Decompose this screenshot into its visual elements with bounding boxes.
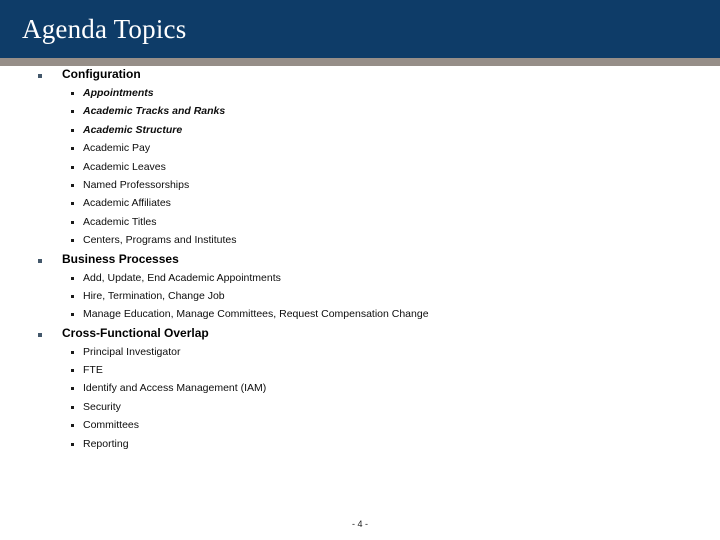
square-bullet-icon (38, 74, 42, 78)
list-item: FTE (0, 362, 720, 380)
subtopic-label: Manage Education, Manage Committees, Req… (83, 308, 429, 321)
subtopic-label: Academic Affiliates (83, 197, 171, 210)
topic-label: Cross-Functional Overlap (62, 325, 209, 340)
square-bullet-icon (71, 110, 74, 114)
subtopic-list: Appointments Academic Tracks and Ranks Aca… (0, 85, 720, 251)
topic-group: Configuration Appointments Academic Tracks… (0, 66, 720, 251)
list-item: Academic Affiliates (0, 195, 720, 213)
square-bullet-icon (38, 258, 42, 263)
list-item: Academic Structure (0, 122, 720, 140)
square-bullet-icon (71, 442, 74, 446)
list-item: Manage Education, Manage Committees, Req… (0, 306, 720, 324)
subtopic-label: Academic Structure (83, 123, 183, 136)
list-item: Centers, Programs and Institutes (0, 232, 720, 250)
subtopic-label: Appointments (83, 87, 154, 99)
title-banner: Agenda Topics (0, 0, 720, 58)
subtopic-label: Security (83, 400, 121, 413)
topic-label: Business Processes (62, 251, 179, 266)
square-bullet-icon (71, 313, 74, 317)
subtopic-label: FTE (83, 364, 103, 377)
square-bullet-icon (38, 332, 42, 337)
list-item: Committees (0, 417, 720, 435)
square-bullet-icon (71, 239, 74, 243)
list-item: Named Professorships (0, 177, 720, 195)
subtopic-list: Principal Investigator FTE Identify and Ac… (0, 344, 720, 454)
topic-heading-row: Configuration (0, 66, 720, 85)
square-bullet-icon (71, 147, 74, 151)
square-bullet-icon (71, 294, 74, 298)
subtopic-label: Academic Titles (83, 215, 157, 228)
square-bullet-icon (71, 369, 74, 373)
subtopic-label: Principal Investigator (83, 345, 181, 358)
list-item: Identify and Access Management (IAM) (0, 380, 720, 398)
list-item: Principal Investigator (0, 344, 720, 362)
list-item: Appointments (0, 85, 720, 103)
subtopic-label: Named Professorships (83, 178, 190, 191)
square-bullet-icon (71, 128, 74, 132)
square-bullet-icon (71, 405, 74, 409)
subtopic-label: Committees (83, 419, 140, 432)
topic-heading-row: Business Processes (0, 251, 720, 270)
square-bullet-icon (71, 202, 74, 206)
page-title: Agenda Topics (22, 14, 187, 44)
agenda-content: Configuration Appointments Academic Tracks… (0, 66, 720, 506)
title-divider (0, 58, 720, 66)
list-item: Add, Update, End Academic Appointments (0, 270, 720, 288)
subtopic-label: Academic Pay (83, 142, 151, 155)
subtopic-list: Add, Update, End Academic Appointments Hi… (0, 270, 720, 325)
square-bullet-icon (71, 92, 74, 95)
subtopic-label: Academic Tracks and Ranks (83, 105, 226, 118)
list-item: Security (0, 399, 720, 417)
subtopic-label: Hire, Termination, Change Job (83, 289, 225, 302)
topic-group: Business Processes Add, Update, End Acade… (0, 251, 720, 325)
subtopic-label: Identify and Access Management (IAM) (83, 382, 267, 395)
topic-label: Configuration (62, 67, 141, 81)
subtopic-label: Add, Update, End Academic Appointments (83, 271, 281, 284)
list-item: Academic Titles (0, 214, 720, 232)
list-item: Academic Leaves (0, 159, 720, 177)
square-bullet-icon (71, 387, 74, 391)
slide: Agenda Topics Configuration Appointments A… (0, 0, 720, 540)
topic-group: Cross-Functional Overlap Principal Invest… (0, 325, 720, 454)
topic-list: Configuration Appointments Academic Tracks… (0, 66, 720, 454)
square-bullet-icon (71, 183, 74, 187)
subtopic-label: Reporting (83, 437, 129, 450)
page-number: - 4 - (351, 519, 368, 529)
square-bullet-icon (71, 276, 74, 280)
list-item: Reporting (0, 436, 720, 454)
subtopic-label: Academic Leaves (83, 160, 166, 173)
square-bullet-icon (71, 424, 74, 428)
list-item: Hire, Termination, Change Job (0, 288, 720, 306)
square-bullet-icon (71, 220, 74, 224)
square-bullet-icon (71, 350, 74, 354)
list-item: Academic Pay (0, 140, 720, 158)
subtopic-label: Centers, Programs and Institutes (83, 234, 237, 247)
square-bullet-icon (71, 165, 74, 169)
list-item: Academic Tracks and Ranks (0, 103, 720, 121)
topic-heading-row: Cross-Functional Overlap (0, 325, 720, 344)
